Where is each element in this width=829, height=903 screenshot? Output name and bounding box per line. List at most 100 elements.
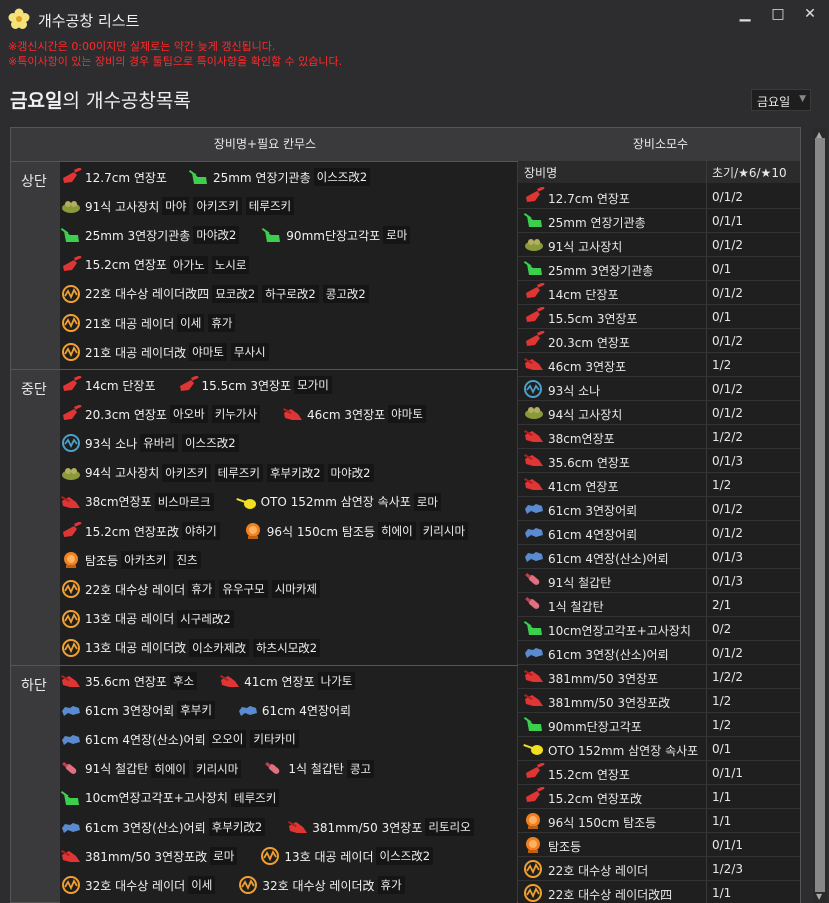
aa-gun-icon [523,211,545,231]
table-row[interactable]: 90mm단장고각포 1/2 [518,713,800,737]
table-cell-count: 0/1/2 [712,286,743,300]
equipment-entry[interactable]: 10cm연장고각포+고사장치 테루즈키 [60,788,283,808]
equipment-entry[interactable]: 381mm/50 3연장포改 로마 [60,846,241,866]
equipment-name: 32호 대수상 레이더 [85,878,186,893]
ship-tag: 로마 [210,847,238,866]
table-row[interactable]: 38cm연장포 1/2/2 [518,425,800,449]
equipment-entry[interactable]: 15.2cm 연장포改 야하기 [60,521,224,541]
equipment-entry[interactable]: 21호 대공 레이더改 야마토 무사시 [60,342,273,362]
table-row[interactable]: 41cm 연장포 1/2 [518,473,800,497]
table-row[interactable]: 61cm 3연장어뢰 0/1/2 [518,497,800,521]
ship-tag: 로마 [383,226,411,245]
equipment-entry[interactable]: 61cm 3연장어뢰 후부키 [60,700,219,720]
equipment-entry[interactable]: 21호 대공 레이더 이세 휴가 [60,313,239,333]
equipment-entry[interactable]: 20.3cm 연장포 아오바 키누가사 [60,404,264,424]
table-row[interactable]: 35.6cm 연장포 0/1/3 [518,449,800,473]
table-row[interactable]: 96식 150cm 탐조등 1/1 [518,809,800,833]
equipment-entry[interactable]: 탐조등 아카츠키 진츠 [60,550,205,570]
close-button[interactable]: ✕ [800,5,820,23]
small-gun-icon [523,187,545,207]
table-header-count: 초기/★6/★10 [712,166,787,180]
section-label: 중단 [21,382,47,398]
equipment-entry[interactable]: 25mm 3연장기관총 마야改2 [60,225,243,245]
table-row[interactable]: 14cm 단장포 0/1/2 [518,281,800,305]
table-row[interactable]: 20.3cm 연장포 0/1/2 [518,329,800,353]
table-cell-name: 381mm/50 3연장포 [548,672,659,686]
minimize-button[interactable]: ▁ [735,5,755,23]
equipment-entry[interactable]: 22호 대수상 레이더 휴가 유우구모 시마카제 [60,579,324,599]
ship-tag: 키누가사 [211,405,261,424]
radar-icon [60,638,82,658]
equipment-entry[interactable]: 1식 철갑탄 콩고 [263,759,378,779]
equipment-name: 10cm연장고각포+고사장치 [85,791,228,806]
table-row[interactable]: OTO 152mm 삼연장 속사포 0/1 [518,737,800,761]
ship-tag: 하츠시모改2 [252,638,321,657]
equipment-entry[interactable]: 13호 대공 레이더改 이소카제改 하츠시모改2 [60,638,324,658]
equipment-entry[interactable]: 38cm연장포 비스마르크 [60,492,218,512]
ship-tag: 리토리오 [425,818,474,836]
equipment-name: 13호 대공 레이더改 [85,641,187,656]
equipment-entry[interactable]: 90mm단장고각포 로마 [261,225,414,245]
table-row[interactable]: 46cm 3연장포 1/2 [518,353,800,377]
table-row[interactable]: 94식 고사장치 0/1/2 [518,401,800,425]
table-row[interactable]: 91식 철갑탄 0/1/3 [518,569,800,593]
table-row[interactable]: 61cm 3연장(산소)어뢰 0/1/2 [518,641,800,665]
table-row[interactable]: 22호 대수상 레이더 1/2/3 [518,857,800,881]
table-cell-name: 61cm 3연장(산소)어뢰 [548,648,669,662]
day-select[interactable]: 금요일 ▼ [751,89,811,111]
table-row[interactable]: 1식 철갑탄 2/1 [518,593,800,617]
section-label: 상단 [21,174,47,190]
ship-tag: 콩고 [346,759,375,778]
ship-tag: 아오바 [169,405,208,424]
table-row[interactable]: 15.2cm 연장포 0/1/1 [518,761,800,785]
equipment-entry[interactable]: 13호 대공 레이더 시구레改2 [60,609,238,629]
notice-refresh: ※갱신시간은 0:00이지만 실제로는 약간 늦게 갱신됩니다. [8,40,276,53]
table-row[interactable]: 25mm 연장기관총 0/1/1 [518,209,800,233]
table-row[interactable]: 93식 소나 0/1/2 [518,377,800,401]
table-row[interactable]: 91식 고사장치 0/1/2 [518,233,800,257]
table-row[interactable]: 12.7cm 연장포 0/1/2 [518,185,800,209]
table-row[interactable]: 25mm 3연장기관총 0/1 [518,257,800,281]
equipment-name: 13호 대공 레이더 [85,612,175,627]
scroll-thumb[interactable] [815,138,825,892]
list-item: 94식 고사장치 아키즈키 테루즈키 후부키改2 마야改2 [60,461,396,485]
equipment-entry[interactable]: 15.5cm 3연장포 모가미 [177,375,336,395]
equipment-entry[interactable]: 91식 철갑탄 히에이 키리시마 [60,759,245,779]
table-row[interactable]: 15.5cm 3연장포 0/1 [518,305,800,329]
equipment-entry[interactable]: 94식 고사장치 아키즈키 테루즈키 후부키改2 마야改2 [60,463,378,483]
table-row[interactable]: 61cm 4연장어뢰 0/1/2 [518,521,800,545]
ship-tag: 아키즈키 [162,463,211,482]
equipment-entry[interactable]: OTO 152mm 삼연장 속사포 로마 [235,492,445,512]
equipment-entry[interactable]: 93식 소나 유바리 이스즈改2 [60,433,243,453]
table-row[interactable]: 탐조등 0/1/1 [518,833,800,857]
equipment-entry[interactable]: 15.2cm 연장포 아가노 노시로 [60,255,253,275]
equipment-entry[interactable]: 13호 대공 레이더 이스즈改2 [259,846,437,866]
table-row[interactable]: 381mm/50 3연장포改 1/2 [518,689,800,713]
equipment-entry[interactable]: 12.7cm 연장포 [60,167,170,187]
maximize-button[interactable]: □ [768,5,788,23]
table-row[interactable]: 15.2cm 연장포改 1/1 [518,785,800,809]
equipment-entry[interactable]: 32호 대수상 레이더 이세 [60,875,219,895]
table-row[interactable]: 61cm 4연장(산소)어뢰 0/1/3 [518,545,800,569]
equipment-entry[interactable]: 32호 대수상 레이더改 휴가 [237,875,408,895]
equipment-entry[interactable]: 41cm 연장포 나가토 [219,671,359,691]
equipment-entry[interactable]: 96식 150cm 탐조등 히에이 키리시마 [242,521,472,541]
equipment-entry[interactable]: 91식 고사장치 마야 아키즈키 테루즈키 [60,196,298,216]
equipment-entry[interactable]: 61cm 3연장(산소)어뢰 후부키改2 [60,817,269,837]
equipment-entry[interactable]: 61cm 4연장어뢰 [237,700,354,720]
equipment-entry[interactable]: 22호 대수상 레이더改四 묘코改2 하구로改2 콩고改2 [60,284,373,304]
equipment-entry[interactable]: 14cm 단장포 [60,375,159,395]
table-row[interactable]: 22호 대수상 레이더改四 1/1 [518,881,800,903]
equipment-entry[interactable]: 61cm 4연장(산소)어뢰 오오이 키타카미 [60,729,303,749]
table-row[interactable]: 10cm연장고각포+고사장치 0/2 [518,617,800,641]
table-row[interactable]: 381mm/50 3연장포 1/2/2 [518,665,800,689]
equipment-entry[interactable]: 46cm 3연장포 야마토 [282,404,430,424]
scroll-down-arrow-icon[interactable]: ▼ [816,892,822,901]
small-gun-icon [60,404,82,424]
equipment-entry[interactable]: 25mm 연장기관총 이스즈改2 [188,167,374,187]
equipment-entry[interactable]: 381mm/50 3연장포 리토리오 [287,817,478,837]
scrollbar[interactable]: ▲ ▼ [813,128,827,903]
small-gun-icon [523,283,545,303]
table-cell-count: 1/2 [712,694,732,708]
equipment-entry[interactable]: 35.6cm 연장포 후소 [60,671,201,691]
